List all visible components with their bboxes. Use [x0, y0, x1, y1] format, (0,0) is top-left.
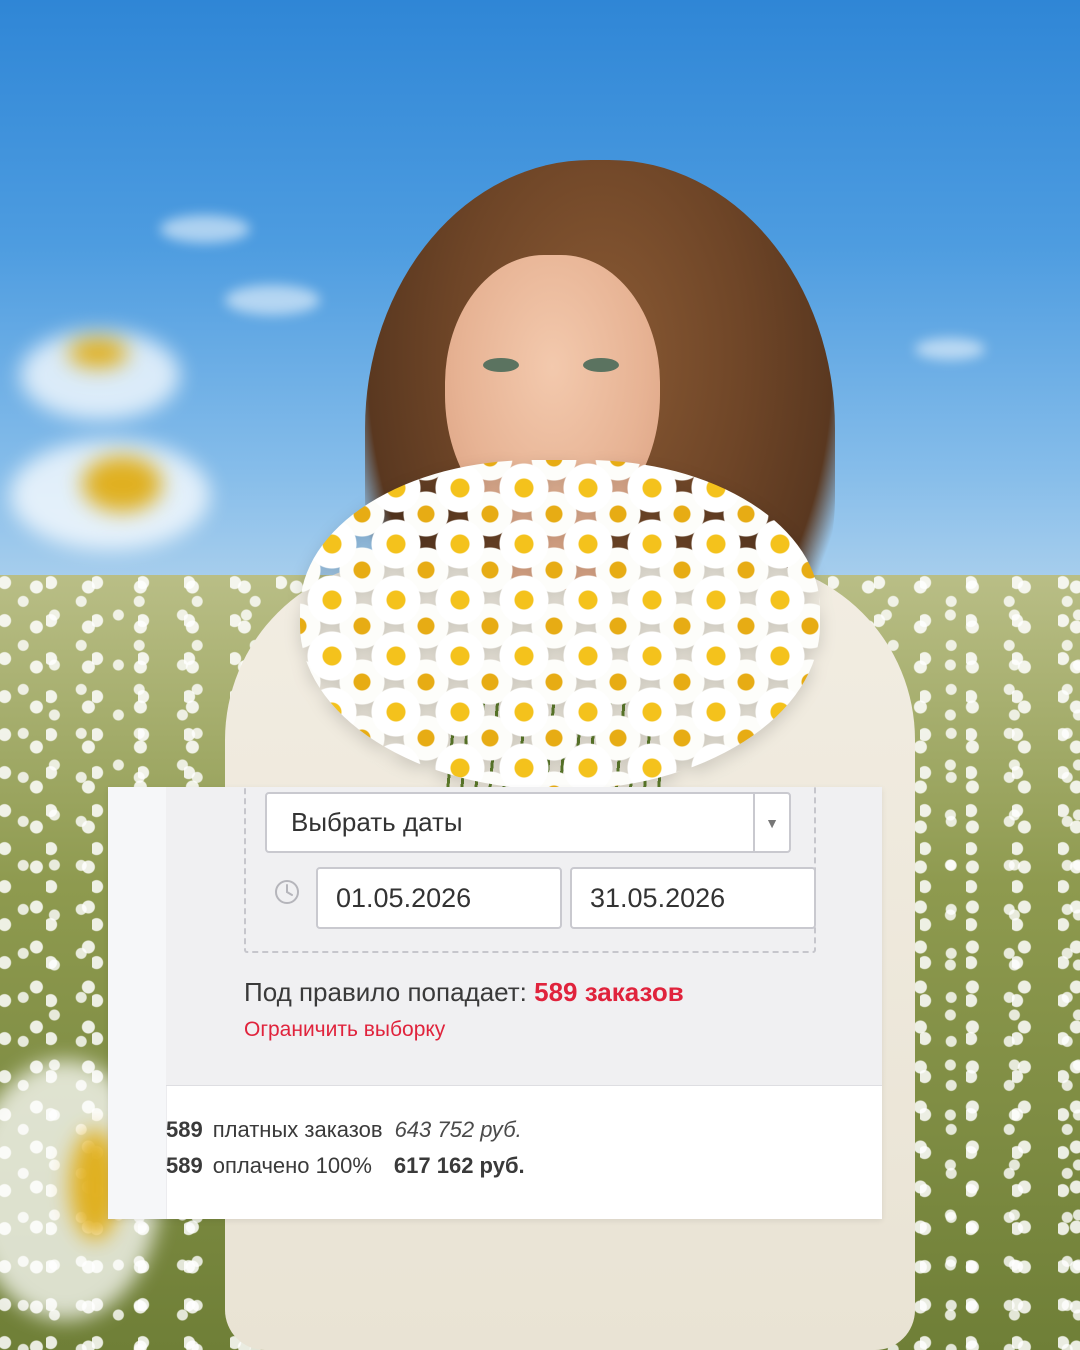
date-preset-select[interactable]: Выбрать даты ▼: [265, 792, 791, 853]
clock-icon: [275, 880, 299, 904]
chevron-down-icon[interactable]: ▼: [753, 794, 789, 851]
paid-orders-count: 589: [166, 1117, 203, 1142]
chamomile-bouquet: [300, 460, 820, 790]
settled-orders-stat: 589 оплачено 100% 617 162 руб.: [166, 1153, 525, 1179]
order-rule-panel: Выбрать даты ▼ Под правило попадает: 589…: [108, 787, 882, 1219]
panel-sidebar: [108, 787, 167, 1219]
settled-orders-amount: 617 162 руб.: [393, 1153, 525, 1178]
rule-conditions-area: Выбрать даты ▼ Под правило попадает: 589…: [166, 787, 882, 1086]
paid-orders-stat: 589 платных заказов 643 752 руб.: [166, 1117, 522, 1143]
date-to-input[interactable]: [570, 867, 816, 929]
rule-match-highlight: 589 заказов: [534, 977, 684, 1007]
paid-orders-amount: 643 752 руб.: [394, 1117, 522, 1142]
paid-orders-label: платных заказов: [212, 1117, 383, 1142]
settled-orders-label: оплачено 100%: [212, 1153, 372, 1178]
date-preset-value: Выбрать даты: [291, 807, 463, 837]
rule-match-prefix: Под правило попадает:: [244, 977, 535, 1007]
settled-orders-count: 589: [166, 1153, 203, 1178]
rule-match-count: Под правило попадает: 589 заказов: [244, 977, 684, 1008]
limit-selection-link[interactable]: Ограничить выборку: [244, 1018, 445, 1042]
date-from-input[interactable]: [316, 867, 562, 929]
